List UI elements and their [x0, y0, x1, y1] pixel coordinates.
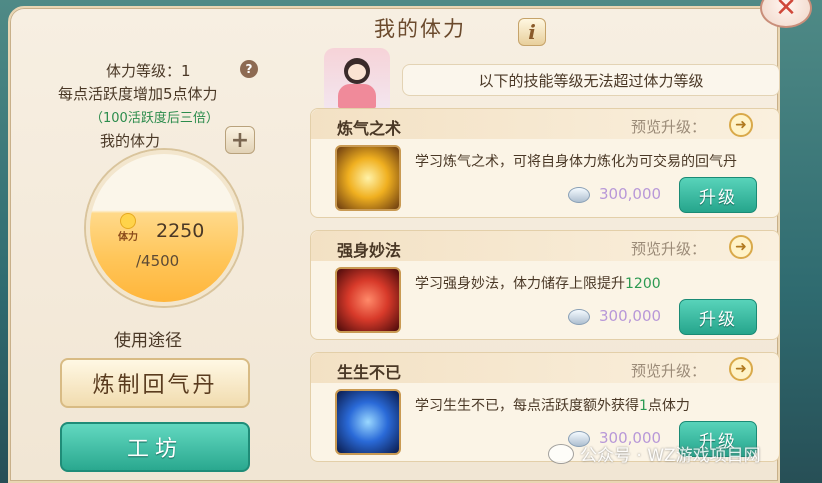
add-stamina-button[interactable]: + [225, 126, 255, 154]
preview-upgrade-icon[interactable]: ➜ [729, 357, 753, 381]
stamina-icon-label: 体力 [118, 232, 138, 243]
preview-label: 预览升级： [631, 362, 707, 380]
silver-coin-icon [568, 187, 590, 203]
workshop-button[interactable]: 工坊 [60, 422, 250, 472]
orb-label: 我的体力 [100, 132, 161, 150]
upgrade-button[interactable]: 升级 [679, 177, 757, 213]
info-button[interactable]: i [518, 18, 546, 46]
stamina-icon: 体力 [114, 213, 142, 243]
wechat-icon [548, 443, 574, 464]
watermark-text: 公众号 · WZ游戏项目网 [580, 446, 761, 466]
skill-cost: 300,000 [599, 185, 662, 203]
close-icon: ✕ [775, 0, 797, 23]
skill-desc: 学习强身妙法，体力储存上限提升1200 [415, 276, 661, 292]
avatar [324, 48, 390, 110]
page-title: 我的体力 [374, 17, 466, 41]
skill-name: 生生不已 [337, 363, 402, 382]
strength-icon [335, 267, 401, 333]
watermark: 公众号 · WZ游戏项目网 [548, 441, 761, 466]
silver-coin-icon [568, 309, 590, 325]
usage-title: 使用途径 [114, 331, 182, 351]
preview-upgrade-icon[interactable]: ➜ [729, 113, 753, 137]
skill-cost: 300,000 [599, 307, 662, 325]
skill-card-strength: 强身妙法 预览升级： ➜ 学习强身妙法，体力储存上限提升1200 300,000… [310, 230, 780, 340]
refine-pill-button[interactable]: 炼制回气丹 [60, 358, 250, 408]
skill-desc: 学习炼气之术，可将自身体力炼化为可交易的回气丹 [415, 154, 737, 170]
skill-name: 强身妙法 [337, 241, 402, 260]
skill-name: 炼气之术 [337, 119, 402, 138]
notice-banner: 以下的技能等级无法超过体力等级 [402, 64, 780, 96]
preview-upgrade-icon[interactable]: ➜ [729, 235, 753, 259]
preview-label: 预览升级： [631, 240, 707, 258]
info-icon: i [528, 20, 536, 44]
stamina-max: /4500 [136, 252, 180, 270]
per-point-text: 每点活跃度增加5点体力 [58, 85, 218, 103]
help-icon[interactable]: ? [240, 60, 258, 78]
preview-label: 预览升级： [631, 118, 707, 136]
skill-desc: 学习生生不已，每点活跃度额外获得1点体力 [415, 398, 690, 414]
refine-qi-icon [335, 145, 401, 211]
stamina-level-label: 体力等级：1 [106, 62, 191, 80]
upgrade-button[interactable]: 升级 [679, 299, 757, 335]
skill-card-refine: 炼气之术 预览升级： ➜ 学习炼气之术，可将自身体力炼化为可交易的回气丹 300… [310, 108, 780, 218]
stamina-current: 2250 [156, 220, 205, 242]
left-column: 体力等级：1 ? 每点活跃度增加5点体力 （100活跃度后三倍） 我的体力 + … [40, 30, 290, 480]
triple-note: （100活跃度后三倍） [90, 111, 219, 126]
endless-life-icon [335, 389, 401, 455]
stamina-panel: 我的体力 i 体力等级：1 ? 每点活跃度增加5点体力 （100活跃度后三倍） … [8, 6, 780, 483]
